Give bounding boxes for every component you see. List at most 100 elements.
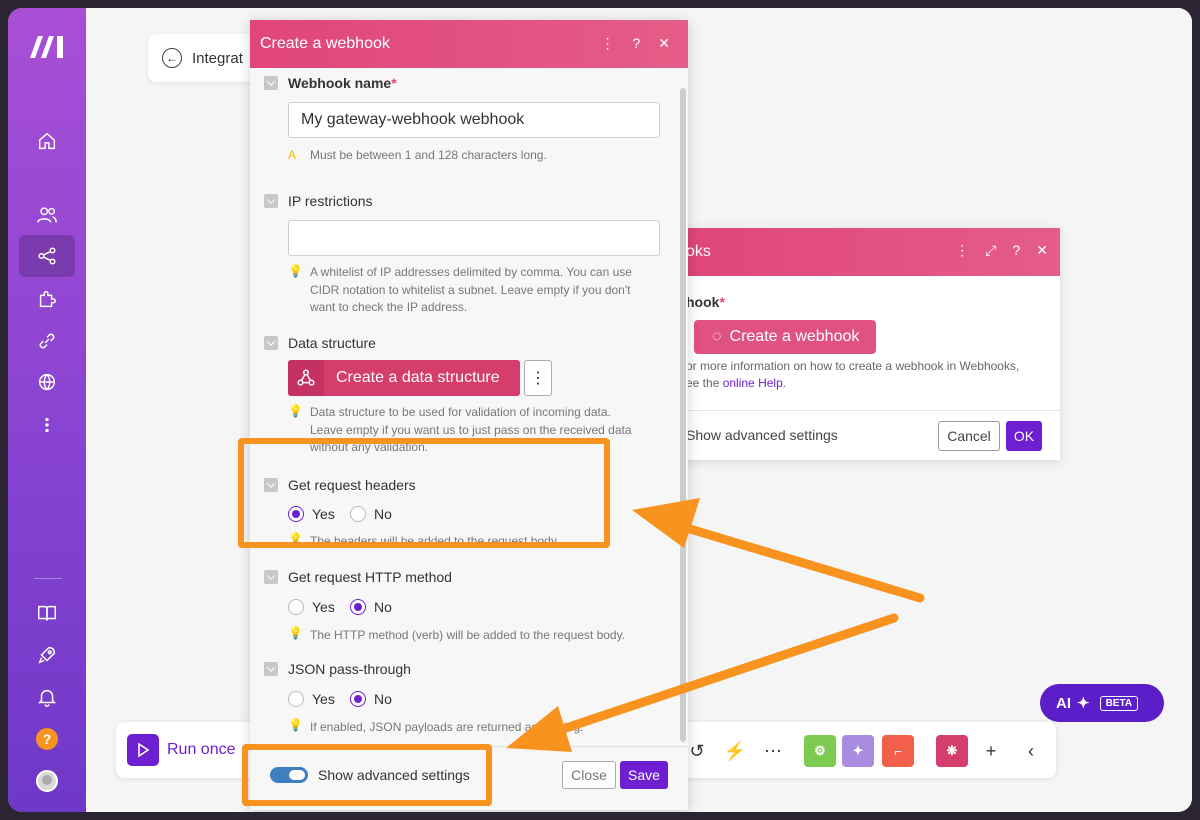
webhook-name-label: Webhook name* (288, 75, 397, 91)
field-checkbox[interactable] (264, 76, 278, 90)
bell-icon (37, 689, 57, 707)
lightbulb-icon: 💡 (288, 264, 303, 278)
webhooks-dialog-header: oks ⋮ ⤢ ? ✕ (676, 228, 1060, 276)
webhook-field-label: hook* (686, 294, 725, 310)
webhook-icon (288, 360, 324, 396)
collapse-icon[interactable]: ‹ (1020, 740, 1042, 762)
expand-icon[interactable]: ⤢ (985, 242, 996, 259)
sidebar: ? (8, 8, 86, 812)
webhook-name-hint: Must be between 1 and 128 characters lon… (310, 148, 547, 162)
sidebar-item-notifications[interactable] (19, 676, 75, 718)
cancel-button[interactable]: Cancel (938, 421, 1000, 451)
help-icon: ? (36, 728, 58, 750)
rocket-icon (38, 646, 56, 664)
highlight-box-headers (238, 438, 610, 548)
undo-icon[interactable]: ↺ (686, 740, 708, 762)
scenario-canvas[interactable]: ← Integrat oks ⋮ ⤢ ? ✕ hook* ◌ Create a … (86, 8, 1192, 812)
highlight-box-advanced (242, 744, 492, 806)
json-yes-label[interactable]: Yes (312, 691, 335, 707)
warning-icon: A (288, 148, 297, 162)
lightbulb-icon: 💡 (288, 404, 303, 418)
beta-badge: BETA (1099, 695, 1139, 711)
webhooks-module-icon[interactable]: ❋ (936, 735, 968, 767)
more-vertical-icon[interactable]: ⋮ (600, 35, 614, 52)
dialog-header: Create a webhook ⋮ ? ✕ (250, 20, 688, 68)
run-once-button[interactable] (127, 734, 159, 766)
sidebar-item-docs[interactable] (19, 592, 75, 634)
field-checkbox[interactable] (264, 194, 278, 208)
method-no-label[interactable]: No (374, 599, 392, 615)
data-structure-more-button[interactable]: ⋮ (524, 360, 552, 396)
more-vertical-icon (45, 417, 49, 433)
sidebar-divider (34, 578, 62, 579)
webhook-help-text: or more information on how to create a w… (686, 359, 1020, 390)
question-icon[interactable]: ? (1012, 242, 1020, 259)
close-icon[interactable]: ✕ (658, 35, 670, 52)
method-yes-radio[interactable] (288, 599, 304, 615)
sidebar-item-home[interactable] (19, 120, 75, 162)
online-help-link[interactable]: online Help (723, 376, 783, 390)
play-icon (138, 742, 150, 758)
sidebar-item-help[interactable]: ? (19, 718, 75, 760)
more-horizontal-icon[interactable]: ⋯ (762, 740, 784, 762)
scrollbar[interactable] (680, 88, 686, 742)
make-logo-icon[interactable] (28, 34, 68, 60)
book-icon (38, 605, 56, 621)
lightbulb-icon: 💡 (288, 626, 303, 640)
share-nodes-icon (38, 247, 56, 265)
dialog-title: Create a webhook (260, 35, 390, 52)
data-structure-label: Data structure (288, 335, 376, 351)
ai-assistant-button[interactable]: AI ✦ BETA (1040, 684, 1164, 722)
json-passthrough-hint: If enabled, JSON payloads are returned a… (310, 720, 584, 734)
webhooks-dialog-title: oks (686, 243, 711, 260)
save-button[interactable]: Save (620, 761, 668, 789)
get-request-method-hint: The HTTP method (verb) will be added to … (310, 628, 626, 642)
text-parser-icon[interactable]: ⌐ (882, 735, 914, 767)
ip-restrictions-hint: A whitelist of IP addresses delimited by… (310, 265, 632, 314)
sidebar-item-webhooks[interactable] (19, 361, 75, 403)
question-icon[interactable]: ? (632, 35, 640, 52)
json-passthrough-label: JSON pass-through (288, 661, 411, 677)
breadcrumb-label: Integrat (192, 49, 243, 67)
flow-control-icon[interactable]: ✦ (842, 735, 874, 767)
field-checkbox[interactable] (264, 336, 278, 350)
sidebar-item-connections[interactable] (19, 320, 75, 362)
add-icon[interactable]: + (980, 740, 1002, 762)
create-webhook-button[interactable]: ◌ Create a webhook (694, 320, 876, 354)
sidebar-item-profile[interactable] (19, 760, 75, 802)
create-data-structure-button[interactable]: Create a data structure (288, 360, 520, 396)
get-request-method-label: Get request HTTP method (288, 569, 452, 585)
method-yes-label[interactable]: Yes (312, 599, 335, 615)
magic-wand-icon[interactable]: ⚡ (724, 740, 746, 762)
json-no-label[interactable]: No (374, 691, 392, 707)
ip-restrictions-input[interactable] (288, 220, 660, 256)
sidebar-item-team[interactable] (19, 194, 75, 236)
sidebar-item-whats-new[interactable] (19, 634, 75, 676)
run-once-label[interactable]: Run once (167, 741, 236, 759)
close-icon[interactable]: ✕ (1036, 242, 1048, 259)
webhooks-module-dialog: oks ⋮ ⤢ ? ✕ hook* ◌ Create a webhook or … (676, 228, 1060, 460)
create-webhook-dialog: Create a webhook ⋮ ? ✕ Webhook name* A M… (250, 20, 688, 810)
webhooks-dialog-footer: Show advanced settings Cancel OK (676, 410, 1060, 460)
ip-restrictions-label: IP restrictions (288, 193, 373, 209)
webhook-name-input[interactable] (288, 102, 660, 138)
sidebar-item-apps[interactable] (19, 278, 75, 320)
home-icon (38, 132, 56, 150)
sidebar-item-scenarios[interactable] (19, 235, 75, 277)
close-button[interactable]: Close (562, 761, 616, 789)
more-vertical-icon[interactable]: ⋮ (955, 242, 969, 259)
dialog-body: Webhook name* A Must be between 1 and 12… (250, 68, 688, 746)
json-yes-radio[interactable] (288, 691, 304, 707)
globe-icon (38, 373, 56, 391)
sidebar-item-more[interactable] (19, 404, 75, 446)
spinner-icon: ◌ (712, 328, 722, 345)
app-frame: ? ← Integrat oks ⋮ ⤢ ? ✕ hook* ◌ Create … (8, 8, 1192, 812)
tools-module-icon[interactable]: ⚙ (804, 735, 836, 767)
ok-button[interactable]: OK (1006, 421, 1042, 451)
json-no-radio[interactable] (350, 691, 366, 707)
show-advanced-settings-label[interactable]: Show advanced settings (686, 427, 838, 443)
field-checkbox[interactable] (264, 570, 278, 584)
field-checkbox[interactable] (264, 662, 278, 676)
back-arrow-icon[interactable]: ← (162, 48, 182, 68)
method-no-radio[interactable] (350, 599, 366, 615)
